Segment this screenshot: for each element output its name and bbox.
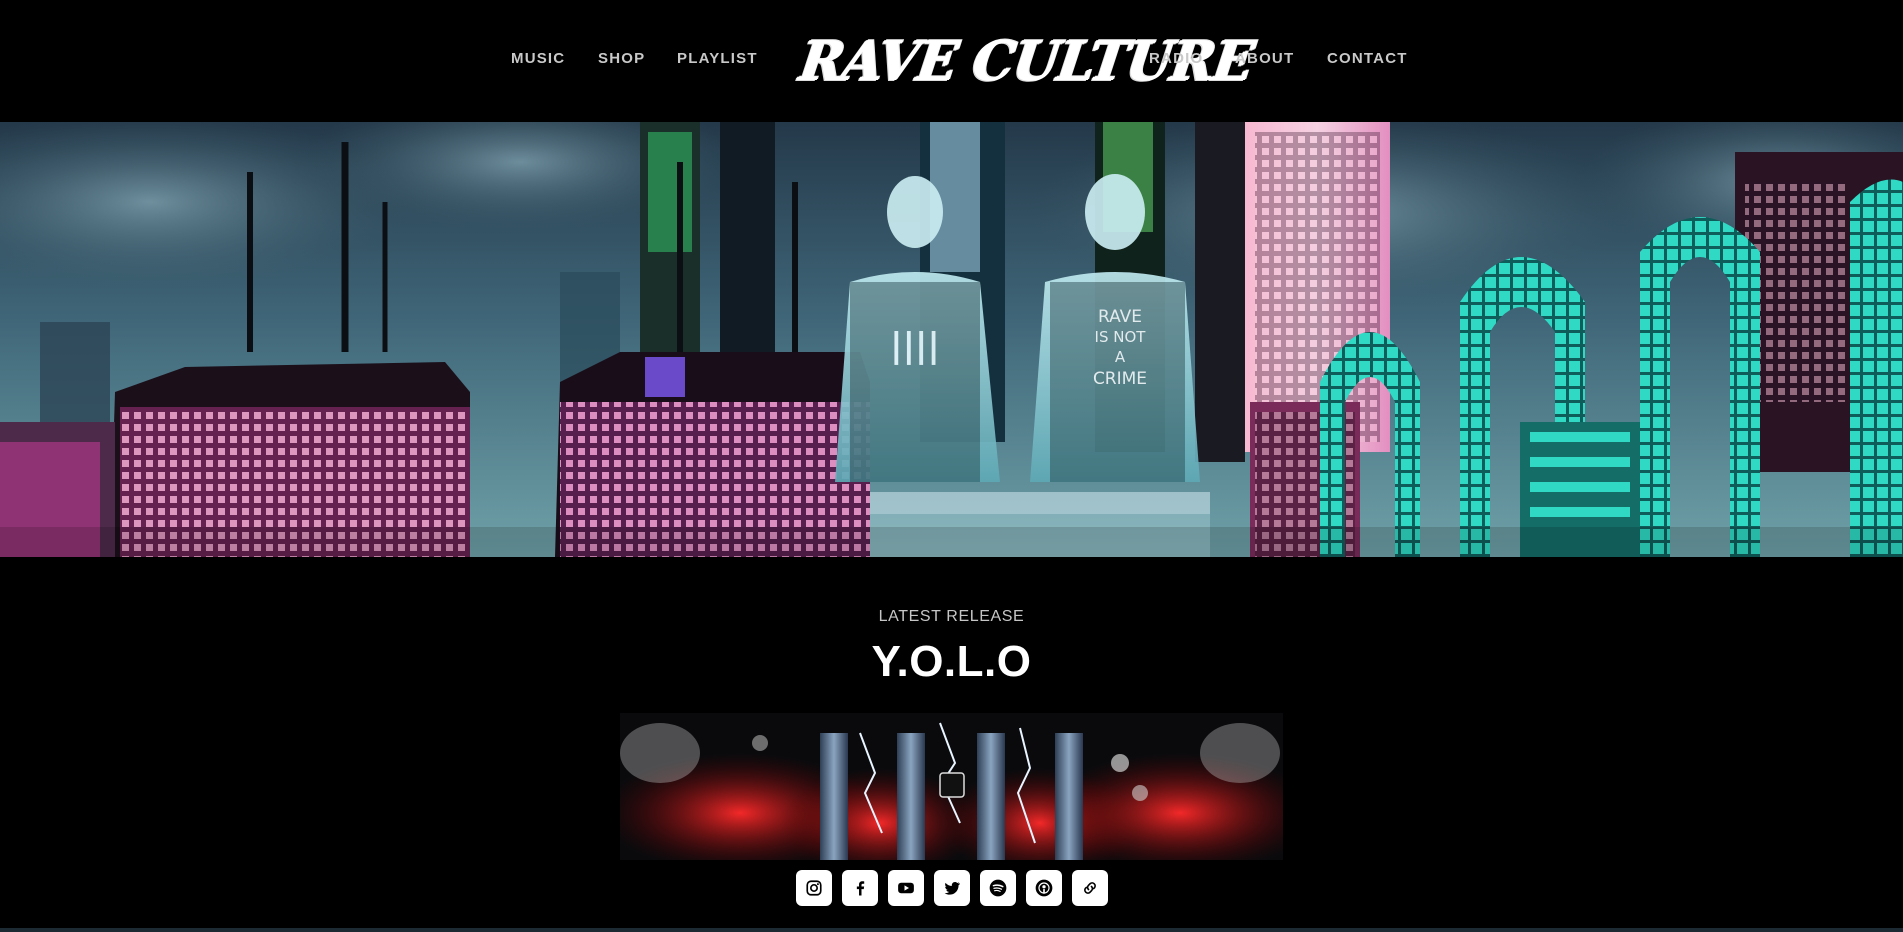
- youtube-link[interactable]: [888, 870, 924, 906]
- release-title: Y.O.L.O: [871, 637, 1032, 686]
- hero-banner-image: |||| RAVE IS NOT A CRIME: [0, 122, 1903, 557]
- nav-music[interactable]: MUSIC: [511, 50, 565, 67]
- podcast-link[interactable]: [1026, 870, 1062, 906]
- hero-city-scene: |||| RAVE IS NOT A CRIME: [0, 122, 1903, 557]
- website-link[interactable]: [1072, 870, 1108, 906]
- bottom-divider: [0, 928, 1903, 932]
- spotify-icon: [989, 879, 1007, 897]
- facebook-link[interactable]: [842, 870, 878, 906]
- nav-radio[interactable]: RADIO: [1149, 50, 1203, 67]
- podcast-icon: [1035, 879, 1053, 897]
- release-artwork[interactable]: [620, 713, 1283, 860]
- twitter-link[interactable]: [934, 870, 970, 906]
- svg-text:A: A: [1115, 348, 1126, 366]
- latest-release-label: LATEST RELEASE: [878, 608, 1025, 625]
- instagram-icon: [806, 880, 822, 896]
- facebook-icon: [856, 881, 865, 896]
- artwork-graphic: [620, 713, 1283, 860]
- svg-text:IS NOT: IS NOT: [1095, 328, 1147, 346]
- youtube-icon: [898, 882, 914, 894]
- nav-playlist[interactable]: PLAYLIST: [677, 50, 758, 67]
- nav-contact[interactable]: CONTACT: [1327, 50, 1408, 67]
- nav-shop[interactable]: SHOP: [598, 50, 645, 67]
- link-icon: [1084, 882, 1096, 894]
- site-header: MUSIC SHOP PLAYLIST RAVE CULTURE RADIO A…: [0, 0, 1903, 122]
- spotify-link[interactable]: [980, 870, 1016, 906]
- instagram-link[interactable]: [796, 870, 832, 906]
- social-links: [796, 870, 1108, 906]
- svg-text:CRIME: CRIME: [1093, 369, 1147, 389]
- nav-about[interactable]: ABOUT: [1235, 50, 1294, 67]
- twitter-icon: [944, 882, 961, 895]
- svg-text:RAVE: RAVE: [1098, 307, 1142, 327]
- site-logo[interactable]: RAVE CULTURE: [794, 20, 1257, 104]
- svg-text:||||: ||||: [890, 326, 940, 366]
